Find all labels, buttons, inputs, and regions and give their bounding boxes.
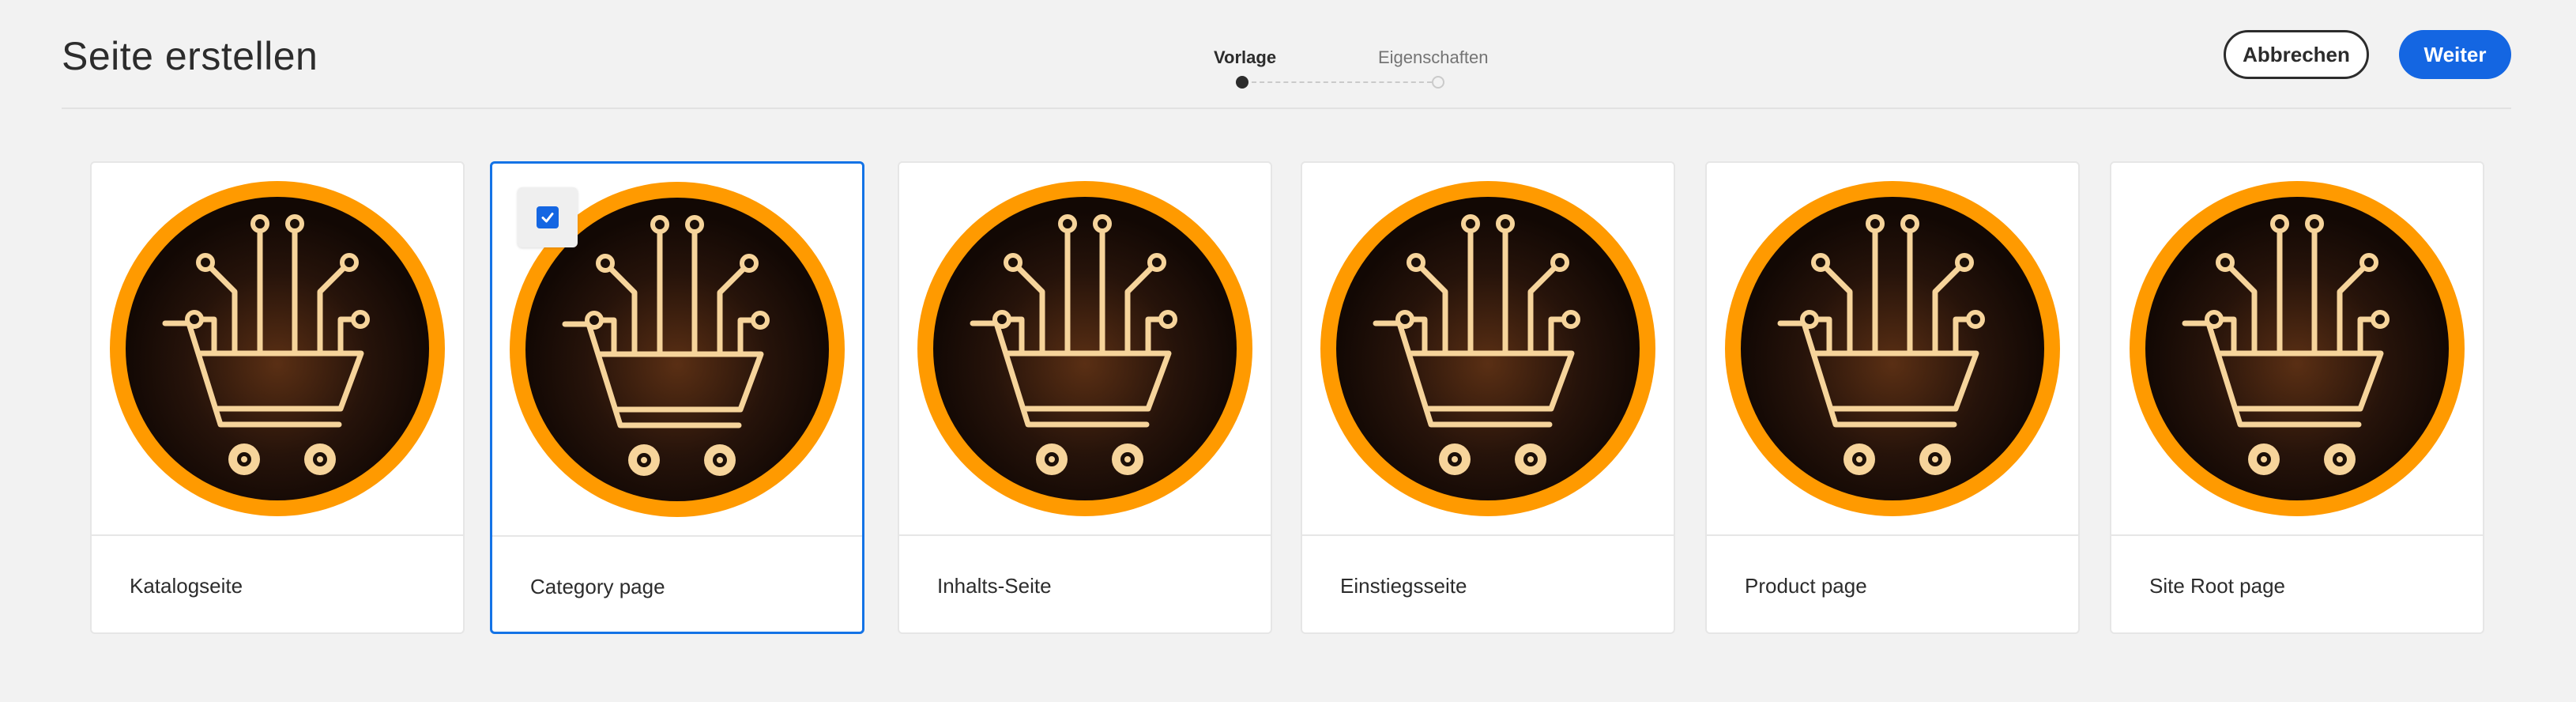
step-dot-eigenschaften [1432, 76, 1444, 89]
shopping-cart-circuit-icon [1312, 173, 1663, 524]
page-title: Seite erstellen [62, 34, 318, 78]
shopping-cart-circuit-icon [102, 173, 453, 524]
template-card-label: Product page [1745, 574, 1867, 598]
card-divider [899, 534, 1271, 536]
card-divider [92, 534, 463, 536]
template-thumbnail [1707, 163, 2078, 534]
template-card-product-page[interactable]: Product page [1705, 161, 2080, 634]
template-thumbnail [92, 163, 463, 534]
step-label-vorlage: Vorlage [1214, 47, 1277, 67]
template-card-category-page[interactable]: Category page [490, 161, 864, 634]
template-card-katalogseite[interactable]: Katalogseite [90, 161, 465, 634]
template-thumbnail [1302, 163, 1674, 534]
next-button[interactable]: Weiter [2399, 30, 2511, 79]
template-card-label: Site Root page [2149, 574, 2286, 598]
checkmark-icon [541, 213, 554, 223]
card-divider [2111, 534, 2483, 536]
template-card-site-root-page[interactable]: Site Root page [2110, 161, 2484, 634]
wizard-stepper: Vorlage Eigenschaften [1152, 44, 1488, 92]
step-label-eigenschaften: Eigenschaften [1378, 47, 1489, 67]
shopping-cart-circuit-icon [1717, 173, 2068, 524]
card-divider [1707, 534, 2078, 536]
card-divider [1302, 534, 1674, 536]
shopping-cart-circuit-icon [2122, 173, 2472, 524]
cancel-button[interactable]: Abbrechen [2224, 30, 2369, 79]
template-card-inhalts-seite[interactable]: Inhalts-Seite [898, 161, 1272, 634]
template-card-label: Inhalts-Seite [937, 574, 1052, 598]
card-divider [492, 535, 862, 537]
step-connector [1252, 81, 1432, 83]
template-card-label: Katalogseite [130, 574, 243, 598]
template-card-label: Einstiegsseite [1340, 574, 1467, 598]
template-card-label: Category page [530, 575, 665, 598]
template-card-einstiegsseite[interactable]: Einstiegsseite [1301, 161, 1675, 634]
shopping-cart-circuit-icon [910, 173, 1260, 524]
step-dot-vorlage [1236, 76, 1248, 89]
select-checkbox[interactable] [518, 187, 578, 247]
page-header: Seite erstellen Vorlage Eigenschaften Ab… [62, 0, 2511, 109]
template-thumbnail [2111, 163, 2483, 534]
checkbox-checked[interactable] [537, 206, 559, 228]
template-thumbnail [899, 163, 1271, 534]
